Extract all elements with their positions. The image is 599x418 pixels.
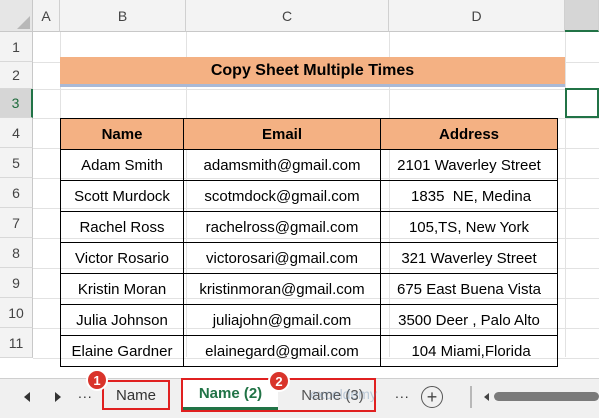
column-header-b[interactable]: B: [60, 0, 186, 32]
column-header-e[interactable]: [565, 0, 599, 32]
gridline: [565, 32, 566, 357]
cell-address[interactable]: 1835 NE, Medina: [380, 180, 558, 212]
table-row: Adam Smith adamsmith@gmail.com 2101 Wave…: [60, 149, 558, 181]
table-header-row: Name Email Address: [60, 118, 558, 150]
row-header-2[interactable]: 2: [0, 62, 33, 89]
data-table: Name Email Address Adam Smith adamsmith@…: [60, 118, 558, 367]
row-header-1[interactable]: 1: [0, 32, 33, 62]
column-header-c[interactable]: C: [186, 0, 389, 32]
scroll-separator[interactable]: [470, 386, 472, 408]
callout-badge-1: 1: [86, 369, 108, 391]
column-header-a[interactable]: A: [33, 0, 60, 32]
gridline: [33, 89, 599, 90]
cell-email[interactable]: juliajohn@gmail.com: [183, 304, 381, 336]
row-header-3[interactable]: 3: [0, 89, 33, 118]
header-email[interactable]: Email: [183, 118, 381, 150]
column-header-d[interactable]: D: [389, 0, 565, 32]
row-header-4[interactable]: 4: [0, 118, 33, 148]
cell-email[interactable]: scotmdock@gmail.com: [183, 180, 381, 212]
table-row: Kristin Moran kristinmoran@gmail.com 675…: [60, 273, 558, 305]
cell-name[interactable]: Elaine Gardner: [60, 335, 184, 367]
more-tabs-right-button[interactable]: ...: [395, 385, 410, 401]
table-row: Julia Johnson juliajohn@gmail.com 3500 D…: [60, 304, 558, 336]
table-row: Rachel Ross rachelross@gmail.com 105,TS,…: [60, 211, 558, 243]
row-header-5[interactable]: 5: [0, 148, 33, 178]
sheet-title[interactable]: Copy Sheet Multiple Times: [60, 57, 565, 87]
scroll-tabs-right-icon[interactable]: [55, 392, 61, 402]
cell-name[interactable]: Scott Murdock: [60, 180, 184, 212]
cell-address[interactable]: 675 East Buena Vista: [380, 273, 558, 305]
cell-email[interactable]: victorosari@gmail.com: [183, 242, 381, 274]
cell-email[interactable]: kristinmoran@gmail.com: [183, 273, 381, 305]
table-row: Victor Rosario victorosari@gmail.com 321…: [60, 242, 558, 274]
active-cell-selection[interactable]: [565, 88, 599, 118]
cell-name[interactable]: Adam Smith: [60, 149, 184, 181]
watermark-logo: exceldemy: [310, 386, 377, 402]
header-name[interactable]: Name: [60, 118, 184, 150]
row-header-10[interactable]: 10: [0, 298, 33, 328]
cell-name[interactable]: Julia Johnson: [60, 304, 184, 336]
cell-email[interactable]: elainegard@gmail.com: [183, 335, 381, 367]
cell-email[interactable]: adamsmith@gmail.com: [183, 149, 381, 181]
cell-name[interactable]: Rachel Ross: [60, 211, 184, 243]
cell-address[interactable]: 105,TS, New York: [380, 211, 558, 243]
add-sheet-icon[interactable]: +: [421, 386, 443, 408]
scroll-left-arrow-icon[interactable]: [484, 393, 489, 401]
header-address[interactable]: Address: [380, 118, 558, 150]
cell-address[interactable]: 321 Waverley Street: [380, 242, 558, 274]
callout-badge-2: 2: [268, 370, 290, 392]
horizontal-scrollbar[interactable]: [494, 392, 599, 401]
row-header-7[interactable]: 7: [0, 208, 33, 238]
table-row: Scott Murdock scotmdock@gmail.com 1835 N…: [60, 180, 558, 212]
row-header-6[interactable]: 6: [0, 178, 33, 208]
row-header-8[interactable]: 8: [0, 238, 33, 268]
cell-name[interactable]: Victor Rosario: [60, 242, 184, 274]
cell-address[interactable]: 2101 Waverley Street: [380, 149, 558, 181]
table-row: Elaine Gardner elainegard@gmail.com 104 …: [60, 335, 558, 367]
cell-email[interactable]: rachelross@gmail.com: [183, 211, 381, 243]
row-header-11[interactable]: 11: [0, 328, 33, 358]
select-all-triangle-icon: [17, 16, 30, 29]
cell-address[interactable]: 104 Miami,Florida: [380, 335, 558, 367]
cell-name[interactable]: Kristin Moran: [60, 273, 184, 305]
cell-address[interactable]: 3500 Deer , Palo Alto: [380, 304, 558, 336]
scroll-tabs-left-icon[interactable]: [24, 392, 30, 402]
row-header-9[interactable]: 9: [0, 268, 33, 298]
sheet-tab-name[interactable]: Name: [102, 380, 170, 410]
